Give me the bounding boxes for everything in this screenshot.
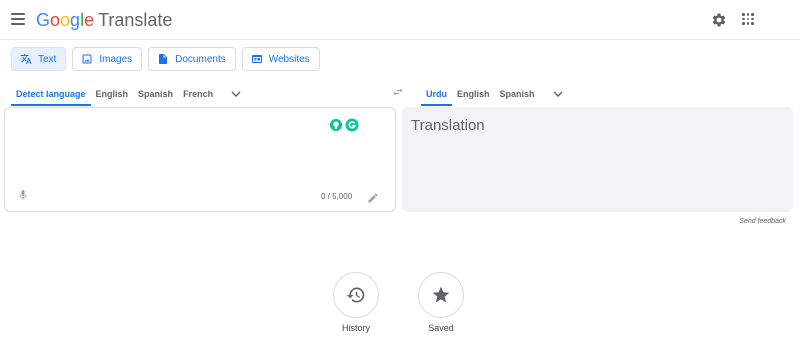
- source-lang-english[interactable]: English: [91, 82, 134, 106]
- pencil-icon[interactable]: [367, 192, 379, 204]
- google-translate-logo[interactable]: Google Translate: [36, 10, 172, 31]
- apps-grid-icon[interactable]: [742, 13, 754, 25]
- extension-icons: [329, 118, 359, 132]
- mode-selector: Text Images Documents Websites: [11, 47, 320, 71]
- translation-placeholder: Translation: [411, 117, 485, 134]
- saved-circle[interactable]: [418, 272, 464, 318]
- translate-icon: [20, 54, 32, 64]
- history-label: History: [341, 323, 370, 333]
- grammarly-icon[interactable]: [345, 118, 359, 132]
- history-circle[interactable]: [333, 272, 379, 318]
- source-text-panel[interactable]: 0 / 5,000: [4, 107, 396, 212]
- microphone-icon[interactable]: [17, 188, 29, 202]
- hamburger-menu-icon[interactable]: [11, 13, 25, 25]
- saved-label: Saved: [428, 323, 454, 333]
- target-lang-english[interactable]: English: [452, 82, 495, 106]
- target-lang-spanish[interactable]: Spanish: [495, 82, 540, 106]
- app-header: Google Translate: [0, 0, 800, 40]
- mode-button-images[interactable]: Images: [72, 47, 143, 71]
- history-icon: [346, 287, 365, 303]
- chevron-down-icon[interactable]: [228, 86, 244, 102]
- target-lang-urdu[interactable]: Urdu: [421, 82, 452, 106]
- source-lang-french[interactable]: French: [178, 82, 218, 106]
- translation-output-panel: Translation: [402, 107, 793, 212]
- chevron-down-icon[interactable]: [550, 86, 566, 102]
- send-feedback-link[interactable]: Send feedback: [739, 218, 786, 225]
- source-language-bar: Detect language English Spanish French: [11, 82, 244, 106]
- mode-button-websites[interactable]: Websites: [241, 47, 320, 71]
- website-icon: [251, 55, 262, 63]
- mode-button-text[interactable]: Text: [11, 47, 67, 71]
- mode-button-documents[interactable]: Documents: [148, 47, 236, 71]
- image-icon: [82, 54, 92, 64]
- source-lang-detect[interactable]: Detect language: [11, 82, 91, 106]
- target-language-bar: Urdu English Spanish: [421, 82, 566, 106]
- star-icon: [432, 286, 450, 303]
- gear-icon[interactable]: [711, 12, 727, 28]
- source-lang-spanish[interactable]: Spanish: [133, 82, 178, 106]
- character-count: 0 / 5,000: [321, 192, 353, 201]
- saved-button[interactable]: Saved: [411, 272, 471, 333]
- product-name: Translate: [98, 10, 173, 30]
- history-button[interactable]: History: [326, 272, 386, 333]
- swap-languages-icon[interactable]: [391, 86, 405, 98]
- extension-bulb-icon[interactable]: [329, 118, 343, 132]
- document-icon: [159, 54, 168, 64]
